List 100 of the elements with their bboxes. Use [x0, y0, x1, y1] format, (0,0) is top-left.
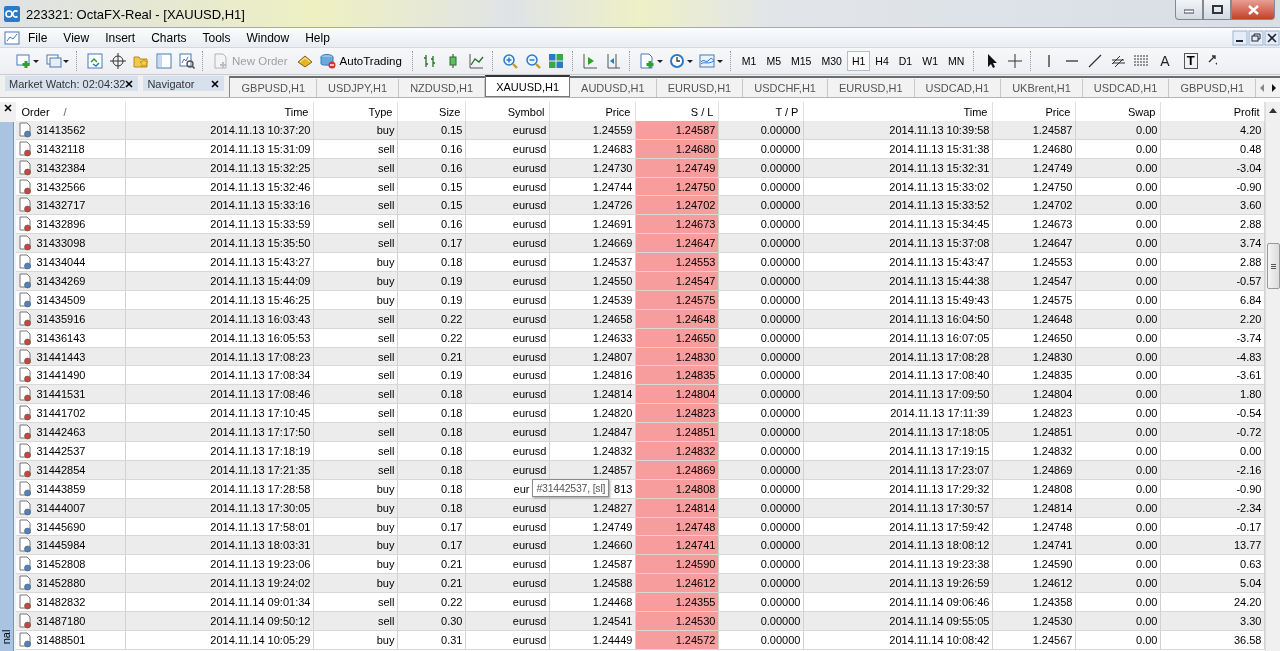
table-cell: 0.00000	[719, 196, 805, 216]
market-watch-icon[interactable]	[86, 53, 103, 69]
timeframe-button[interactable]: MN	[942, 51, 970, 71]
text-tool-button[interactable]: A	[1160, 53, 1170, 69]
chart-tab[interactable]: EURUSD,H1	[656, 79, 744, 97]
timeframe-button[interactable]: D1	[893, 51, 918, 71]
table-cell: 2014.11.13 17:08:46	[126, 385, 315, 405]
tester-icon[interactable]	[178, 53, 195, 69]
caret-icon[interactable]	[33, 59, 39, 63]
folder-star-icon[interactable]	[132, 53, 149, 69]
restore-icon[interactable]	[1248, 29, 1264, 46]
trend-line-icon[interactable]	[1086, 53, 1103, 69]
tile-windows-icon[interactable]	[548, 53, 565, 69]
timeframe-button[interactable]: M5	[761, 51, 787, 71]
table-cell: eurusd	[466, 574, 551, 594]
chart-tab[interactable]: GBPUSD,H1	[230, 79, 318, 97]
chart-tab[interactable]: GBPUSD,H1	[1169, 79, 1256, 97]
line-chart-icon[interactable]	[468, 53, 485, 69]
chart-tab[interactable]: USDCAD,H1	[1082, 79, 1170, 97]
table-cell: 2014.11.13 17:18:19	[126, 442, 315, 461]
caret-icon[interactable]	[656, 59, 663, 63]
table-cell: 0.19	[398, 366, 467, 386]
menu-item[interactable]: View	[55, 30, 98, 45]
auto-scroll-icon[interactable]	[582, 53, 599, 69]
table-cell: 2014.11.13 19:24:02	[126, 574, 315, 594]
auto-trading-button[interactable]: AutoTrading	[339, 55, 402, 67]
table-cell: 1.24847	[550, 423, 637, 443]
caret-icon[interactable]	[716, 59, 723, 63]
timeframe-button[interactable]: M1	[736, 51, 762, 71]
table-cell: sell	[314, 612, 399, 631]
crosshair-icon[interactable]	[1006, 53, 1023, 69]
table-cell: 0.00000	[719, 593, 805, 613]
tooltip: #31442537, [sl]	[532, 479, 610, 498]
timeframe-button[interactable]: W1	[917, 51, 943, 71]
close-button[interactable]	[1231, 0, 1275, 20]
crosshair-icon[interactable]	[109, 53, 126, 69]
scroll-right-icon[interactable]	[1271, 84, 1277, 92]
terminal-side-tab[interactable]: nal	[0, 122, 14, 651]
channel-icon[interactable]	[1109, 53, 1126, 69]
close-icon[interactable]	[211, 79, 220, 88]
table-cell: 1.24537	[550, 253, 637, 272]
chart-tab[interactable]: XAUUSD,H1	[485, 75, 571, 97]
close-icon[interactable]	[125, 79, 134, 88]
minimize-icon[interactable]	[1232, 29, 1248, 46]
text-label-button[interactable]: T	[1183, 53, 1198, 69]
table-cell: 0.00000	[719, 612, 805, 631]
table-cell: 0.17	[398, 536, 467, 556]
order-number: 31442854	[36, 463, 86, 476]
order-number: 31442463	[36, 426, 86, 439]
table-cell: 0.00	[1076, 536, 1162, 556]
menu-item[interactable]: Charts	[143, 30, 195, 45]
maximize-button[interactable]	[1203, 0, 1231, 20]
table-cell: 2014.11.13 17:10:45	[126, 404, 315, 424]
zoom-out-icon[interactable]	[525, 53, 542, 69]
side-tab-label: nal	[0, 629, 13, 645]
order-number: 31432717	[36, 199, 86, 212]
chart-tab[interactable]: UKBrent,H1	[1001, 79, 1083, 97]
table-cell: 0.00	[1076, 555, 1162, 575]
caret-icon[interactable]	[63, 59, 69, 63]
scrollbar-thumb[interactable]	[1266, 243, 1280, 289]
chart-shift-icon[interactable]	[605, 53, 622, 69]
meta-editor-icon[interactable]	[297, 53, 314, 69]
scroll-left-icon[interactable]	[1259, 84, 1265, 92]
table-cell: 1.24673	[993, 215, 1077, 235]
close-icon[interactable]	[1264, 29, 1280, 46]
zoom-in-icon[interactable]	[502, 53, 519, 69]
menu-item[interactable]: Tools	[194, 30, 239, 45]
chart-tab[interactable]: USDJPY,H1	[317, 79, 400, 97]
menu-item[interactable]: Insert	[97, 30, 144, 45]
chart-tab[interactable]: USDCAD,H1	[914, 79, 1002, 97]
menu-item[interactable]: Help	[297, 30, 338, 45]
order-number: 31441702	[36, 407, 86, 420]
table-cell: 0.00000	[719, 423, 805, 443]
chart-window-icon[interactable]	[4, 29, 20, 46]
table-cell: 1.24590	[993, 555, 1077, 575]
menu-item[interactable]: File	[20, 30, 56, 45]
auto-trading-icon[interactable]	[320, 53, 337, 69]
table-cell: 2014.11.13 17:09:50	[804, 385, 994, 405]
timeframe-button[interactable]: H4	[870, 51, 894, 71]
menu-item[interactable]: Window	[238, 30, 298, 45]
table-cell: sell	[314, 442, 399, 461]
timeframe-button[interactable]: M30	[816, 51, 847, 71]
clock-icon[interactable]	[669, 53, 686, 69]
timeframe-button[interactable]: H1	[846, 51, 871, 71]
chart-tab[interactable]: USDCHF,H1	[743, 79, 828, 97]
table-cell: 0.00	[1161, 442, 1266, 461]
caret-icon[interactable]	[686, 59, 693, 63]
close-icon[interactable]	[4, 104, 13, 112]
timeframe-button[interactable]: M15	[786, 51, 817, 71]
scroll-up-icon[interactable]	[1269, 108, 1278, 113]
panel-title: Navigator	[147, 77, 195, 90]
table-cell: 0.00000	[719, 574, 805, 594]
chart-tab[interactable]: AUDUSD,H1	[570, 79, 657, 97]
table-cell: 1.24647	[993, 234, 1077, 254]
table-cell: 1.24823	[993, 404, 1077, 424]
table-cell: 1.24541	[550, 612, 637, 631]
sort-indicator: /	[63, 105, 67, 118]
chart-tab[interactable]: EURUSD,H1	[828, 79, 915, 97]
table-cell: 1.24741	[993, 536, 1077, 556]
order-number: 31442537	[36, 444, 86, 457]
